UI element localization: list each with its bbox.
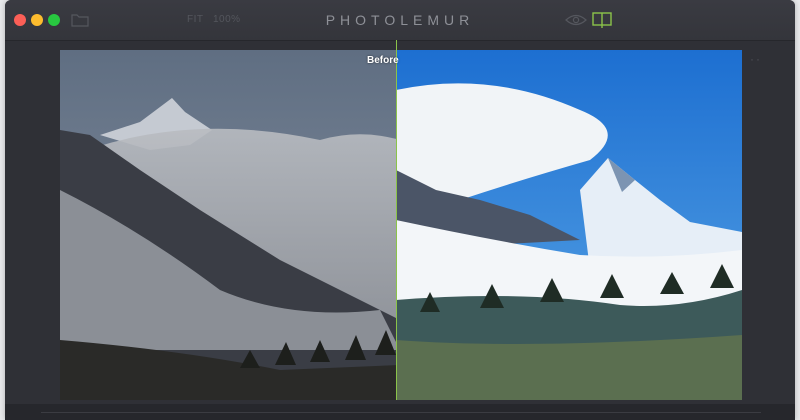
eye-icon[interactable] <box>565 13 587 27</box>
before-label: Before <box>367 55 399 66</box>
after-image <box>396 50 742 400</box>
bottom-divider <box>41 412 761 413</box>
compare-split-icon[interactable] <box>592 12 612 28</box>
app-window: FIT 100% PHOTOLEMUR ·· Before <box>5 0 795 420</box>
photo-canvas <box>60 50 742 400</box>
more-icon[interactable]: ·· <box>750 52 762 66</box>
title-bar: FIT 100% PHOTOLEMUR <box>5 0 795 41</box>
app-title: PHOTOLEMUR <box>325 12 475 28</box>
before-image <box>60 50 396 400</box>
before-after-divider[interactable] <box>396 40 397 400</box>
